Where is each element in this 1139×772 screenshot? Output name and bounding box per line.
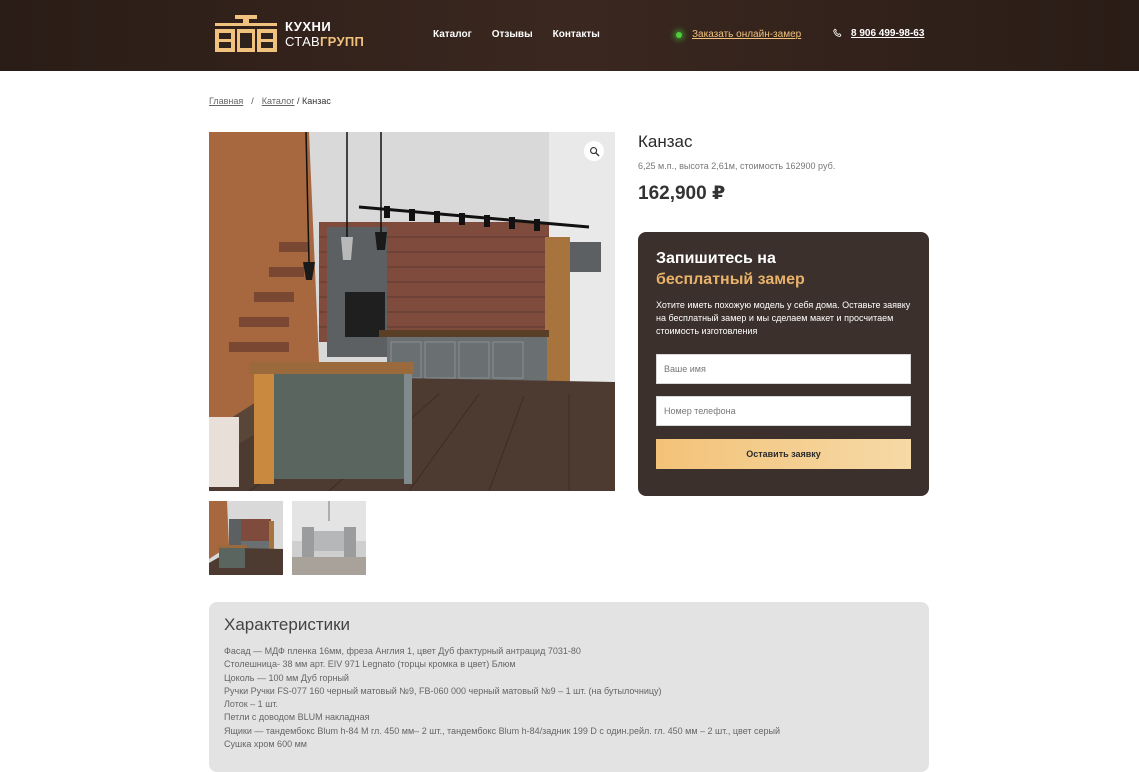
submit-request-button[interactable]: Оставить заявку [656,439,911,469]
breadcrumb-catalog[interactable]: Каталог [262,96,295,106]
nav-reviews[interactable]: Отзывы [492,29,533,40]
main-nav: Каталог Отзывы Контакты [433,29,600,40]
kitchen-logo-icon [215,15,277,52]
spec-line: Ящики — тандембокс Blum h-84 М гл. 450 м… [224,725,781,736]
phone-link[interactable]: 8 906 499-98-63 [851,28,924,39]
zoom-button[interactable] [584,141,604,161]
logo-subtitle-part1: СТАВ [285,34,321,49]
spec-line: Фасад — МДФ пленка 16мм, фреза Англия 1,… [224,646,581,656]
phone-input[interactable] [656,396,911,426]
spec-line: Цоколь — 100 мм Дуб горный [224,672,349,683]
breadcrumb-current: / Канзас [297,96,331,106]
phone-icon [833,28,842,37]
breadcrumb: Главная / Каталог / Канзас [209,96,331,106]
breadcrumb-home[interactable]: Главная [209,96,243,106]
spec-line: Ручки Ручки FS-077 160 черный матовый №9… [224,685,662,696]
logo-title: КУХНИ [285,19,332,34]
product-title: Канзас [638,132,693,151]
form-description: Хотите иметь похожую модель у себя дома.… [656,300,911,336]
online-status-icon [676,31,682,38]
spec-line: Столешница- 38 мм арт. EIV 971 Legnato (… [224,659,516,670]
logo[interactable]: КУХНИ СТАВГРУПП [213,15,364,53]
magnifier-icon [589,146,599,156]
phone-block: 8 906 499-98-63 [832,28,924,39]
kitchen-photo [209,132,615,491]
name-input[interactable] [656,354,911,384]
nav-contacts[interactable]: Контакты [553,29,600,40]
spec-line: Лоток – 1 шт. [224,699,279,710]
product-thumbnail-2[interactable] [292,501,366,575]
form-heading-line2: бесплатный замер [656,271,805,288]
form-heading-line1: Запишитесь на [656,250,776,267]
specifications-section: Характеристики Фасад — МДФ пленка 16мм, … [209,602,929,772]
logo-subtitle-part2: ГРУПП [320,34,365,49]
online-measure: Заказать онлайн-замер [676,29,801,40]
thumbnail-photo-1 [209,501,283,575]
spec-line: Петли с доводом BLUM накладная [224,712,370,723]
measure-request-form: Запишитесь на бесплатный замер Хотите им… [638,232,929,496]
spec-line: Сушка хром 600 мм [224,739,307,750]
order-measure-link[interactable]: Заказать онлайн-замер [692,29,801,40]
breadcrumb-separator: / [251,96,254,106]
thumbnail-photo-2 [292,501,366,575]
product-description: 6,25 м.п., высота 2,61м, стоимость 16290… [638,161,836,171]
logo-subtitle: СТАВГРУПП [285,34,364,49]
site-header: КУХНИ СТАВГРУПП Каталог Отзывы Контакты … [0,0,1139,71]
specifications-list: Фасад — МДФ пленка 16мм, фреза Англия 1,… [224,645,780,751]
nav-catalog[interactable]: Каталог [433,29,472,40]
product-thumbnail-1[interactable] [209,501,283,575]
product-main-image[interactable] [209,132,615,491]
specifications-title: Характеристики [224,615,351,634]
product-price: 162,900 ₽ [638,183,726,204]
